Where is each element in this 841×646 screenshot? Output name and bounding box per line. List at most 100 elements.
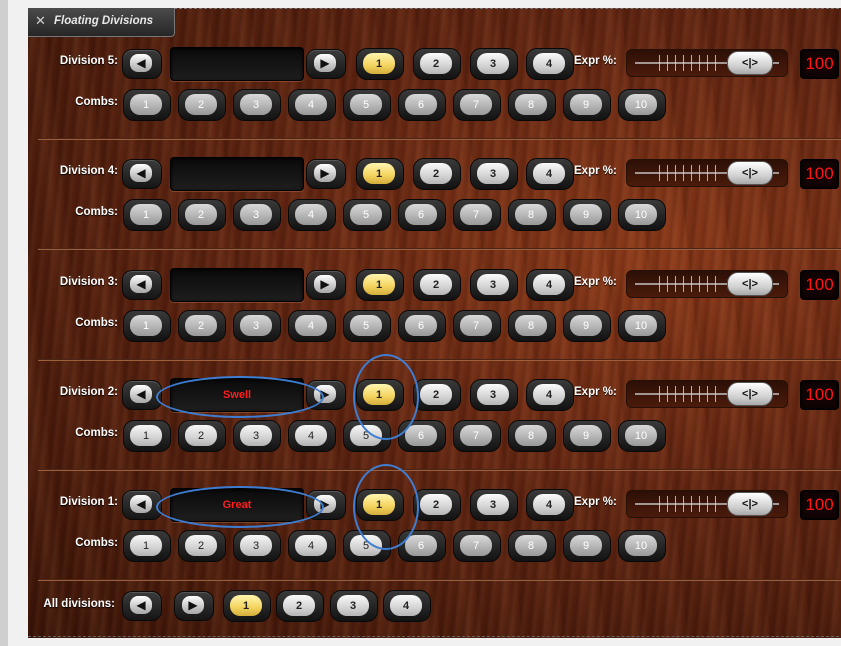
bank-button-4[interactable]: 4 (526, 379, 574, 411)
next-button[interactable]: ▶ (306, 49, 346, 79)
slider-knob[interactable]: <|> (727, 272, 773, 296)
comb-button-5[interactable]: 5 (343, 420, 391, 452)
comb-button-10[interactable]: 10 (618, 420, 666, 452)
prev-button[interactable]: ◀ (122, 159, 162, 189)
comb-button-3[interactable]: 3 (233, 310, 281, 342)
prev-button[interactable]: ◀ (122, 490, 162, 520)
comb-button-9[interactable]: 9 (563, 199, 611, 231)
bank-button-1[interactable]: 1 (356, 158, 404, 190)
all-next-button[interactable]: ▶ (174, 591, 214, 621)
comb-button-9[interactable]: 9 (563, 310, 611, 342)
comb-button-7[interactable]: 7 (453, 89, 501, 121)
comb-button-10[interactable]: 10 (618, 199, 666, 231)
bank-button-4[interactable]: 4 (526, 489, 574, 521)
all-bank-button-3[interactable]: 3 (330, 590, 378, 622)
slider-knob[interactable]: <|> (727, 382, 773, 406)
comb-button-5[interactable]: 5 (343, 530, 391, 562)
bank-button-1[interactable]: 1 (356, 489, 404, 521)
all-prev-button[interactable]: ◀ (122, 591, 162, 621)
comb-button-2[interactable]: 2 (178, 530, 226, 562)
next-button[interactable]: ▶ (306, 380, 346, 410)
comb-button-7[interactable]: 7 (453, 530, 501, 562)
comb-button-2[interactable]: 2 (178, 199, 226, 231)
slider-knob[interactable]: <|> (727, 161, 773, 185)
comb-button-3[interactable]: 3 (233, 420, 281, 452)
bank-button-3[interactable]: 3 (470, 158, 518, 190)
comb-button-6[interactable]: 6 (398, 89, 446, 121)
bank-button-2[interactable]: 2 (413, 48, 461, 80)
comb-button-label: 3 (240, 204, 272, 225)
comb-button-4[interactable]: 4 (288, 89, 336, 121)
comb-button-2[interactable]: 2 (178, 89, 226, 121)
all-bank-button-4[interactable]: 4 (383, 590, 431, 622)
comb-button-6[interactable]: 6 (398, 310, 446, 342)
bank-button-1[interactable]: 1 (356, 48, 404, 80)
comb-button-7[interactable]: 7 (453, 420, 501, 452)
comb-button-8[interactable]: 8 (508, 530, 556, 562)
comb-button-8[interactable]: 8 (508, 420, 556, 452)
bank-button-3[interactable]: 3 (470, 379, 518, 411)
comb-button-2[interactable]: 2 (178, 420, 226, 452)
expression-slider[interactable]: <|> (626, 490, 788, 518)
comb-button-10[interactable]: 10 (618, 89, 666, 121)
comb-button-4[interactable]: 4 (288, 530, 336, 562)
bank-button-1[interactable]: 1 (356, 379, 404, 411)
slider-knob[interactable]: <|> (727, 492, 773, 516)
comb-button-6[interactable]: 6 (398, 420, 446, 452)
next-button[interactable]: ▶ (306, 270, 346, 300)
comb-button-8[interactable]: 8 (508, 89, 556, 121)
prev-button[interactable]: ◀ (122, 270, 162, 300)
slider-knob[interactable]: <|> (727, 51, 773, 75)
comb-button-1[interactable]: 1 (123, 89, 171, 121)
bank-button-2[interactable]: 2 (413, 158, 461, 190)
all-bank-button-2[interactable]: 2 (276, 590, 324, 622)
comb-button-4[interactable]: 4 (288, 310, 336, 342)
comb-button-1[interactable]: 1 (123, 530, 171, 562)
comb-button-6[interactable]: 6 (398, 199, 446, 231)
comb-button-10[interactable]: 10 (618, 530, 666, 562)
prev-button[interactable]: ◀ (122, 49, 162, 79)
bank-button-4[interactable]: 4 (526, 269, 574, 301)
comb-button-4[interactable]: 4 (288, 199, 336, 231)
bank-button-4[interactable]: 4 (526, 158, 574, 190)
expression-slider[interactable]: <|> (626, 159, 788, 187)
close-icon[interactable]: ✕ (35, 13, 46, 29)
bank-button-3[interactable]: 3 (470, 269, 518, 301)
comb-button-5[interactable]: 5 (343, 89, 391, 121)
comb-button-1[interactable]: 1 (123, 310, 171, 342)
comb-button-10[interactable]: 10 (618, 310, 666, 342)
comb-button-3[interactable]: 3 (233, 89, 281, 121)
prev-button[interactable]: ◀ (122, 380, 162, 410)
expression-slider[interactable]: <|> (626, 380, 788, 408)
comb-button-3[interactable]: 3 (233, 530, 281, 562)
comb-button-9[interactable]: 9 (563, 420, 611, 452)
bank-button-4[interactable]: 4 (526, 48, 574, 80)
comb-button-5[interactable]: 5 (343, 310, 391, 342)
bank-button-2[interactable]: 2 (413, 489, 461, 521)
comb-button-4[interactable]: 4 (288, 420, 336, 452)
comb-button-9[interactable]: 9 (563, 530, 611, 562)
bank-button-1[interactable]: 1 (356, 269, 404, 301)
comb-button-3[interactable]: 3 (233, 199, 281, 231)
expression-slider[interactable]: <|> (626, 49, 788, 77)
comb-button-6[interactable]: 6 (398, 530, 446, 562)
all-bank-button-1[interactable]: 1 (223, 590, 271, 622)
section-divider (38, 359, 841, 361)
next-button[interactable]: ▶ (306, 490, 346, 520)
comb-button-7[interactable]: 7 (453, 310, 501, 342)
comb-button-2[interactable]: 2 (178, 310, 226, 342)
bank-button-3[interactable]: 3 (470, 48, 518, 80)
comb-button-5[interactable]: 5 (343, 199, 391, 231)
comb-button-9[interactable]: 9 (563, 89, 611, 121)
bank-button-2[interactable]: 2 (413, 379, 461, 411)
bank-button-label: 4 (390, 595, 422, 616)
expression-slider[interactable]: <|> (626, 270, 788, 298)
comb-button-1[interactable]: 1 (123, 420, 171, 452)
comb-button-8[interactable]: 8 (508, 310, 556, 342)
bank-button-3[interactable]: 3 (470, 489, 518, 521)
comb-button-1[interactable]: 1 (123, 199, 171, 231)
bank-button-2[interactable]: 2 (413, 269, 461, 301)
comb-button-8[interactable]: 8 (508, 199, 556, 231)
next-button[interactable]: ▶ (306, 159, 346, 189)
comb-button-7[interactable]: 7 (453, 199, 501, 231)
